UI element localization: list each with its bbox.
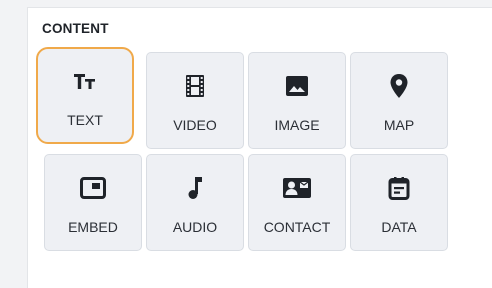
tile-label: CONTACT <box>263 219 331 235</box>
tile-image[interactable]: IMAGE <box>248 52 346 149</box>
music-note-icon <box>147 176 243 200</box>
section-title: CONTENT <box>42 21 109 36</box>
tile-label: IMAGE <box>274 117 320 133</box>
tile-label: MAP <box>383 117 415 133</box>
tile-audio[interactable]: AUDIO <box>146 154 244 251</box>
tile-label: TEXT <box>67 112 103 128</box>
tile-data[interactable]: DATA <box>350 154 448 251</box>
tile-label: VIDEO <box>173 117 217 133</box>
contact-card-icon <box>249 176 345 200</box>
tile-label: AUDIO <box>172 219 218 235</box>
tile-label: EMBED <box>68 219 118 235</box>
tile-label: DATA <box>381 219 417 235</box>
calendar-data-icon <box>351 176 447 200</box>
tile-map[interactable]: MAP <box>350 52 448 149</box>
tile-text[interactable]: TEXT <box>36 47 134 144</box>
map-pin-icon <box>351 74 447 98</box>
tile-embed[interactable]: EMBED <box>44 154 142 251</box>
image-icon <box>249 74 345 98</box>
film-icon <box>147 74 243 98</box>
content-panel: CONTENT TEXT VIDEO IMAGE MAP EMBED AUDIO… <box>27 7 492 288</box>
tile-contact[interactable]: CONTACT <box>248 154 346 251</box>
embed-icon <box>45 176 141 200</box>
text-format-icon <box>38 69 132 93</box>
tile-video[interactable]: VIDEO <box>146 52 244 149</box>
